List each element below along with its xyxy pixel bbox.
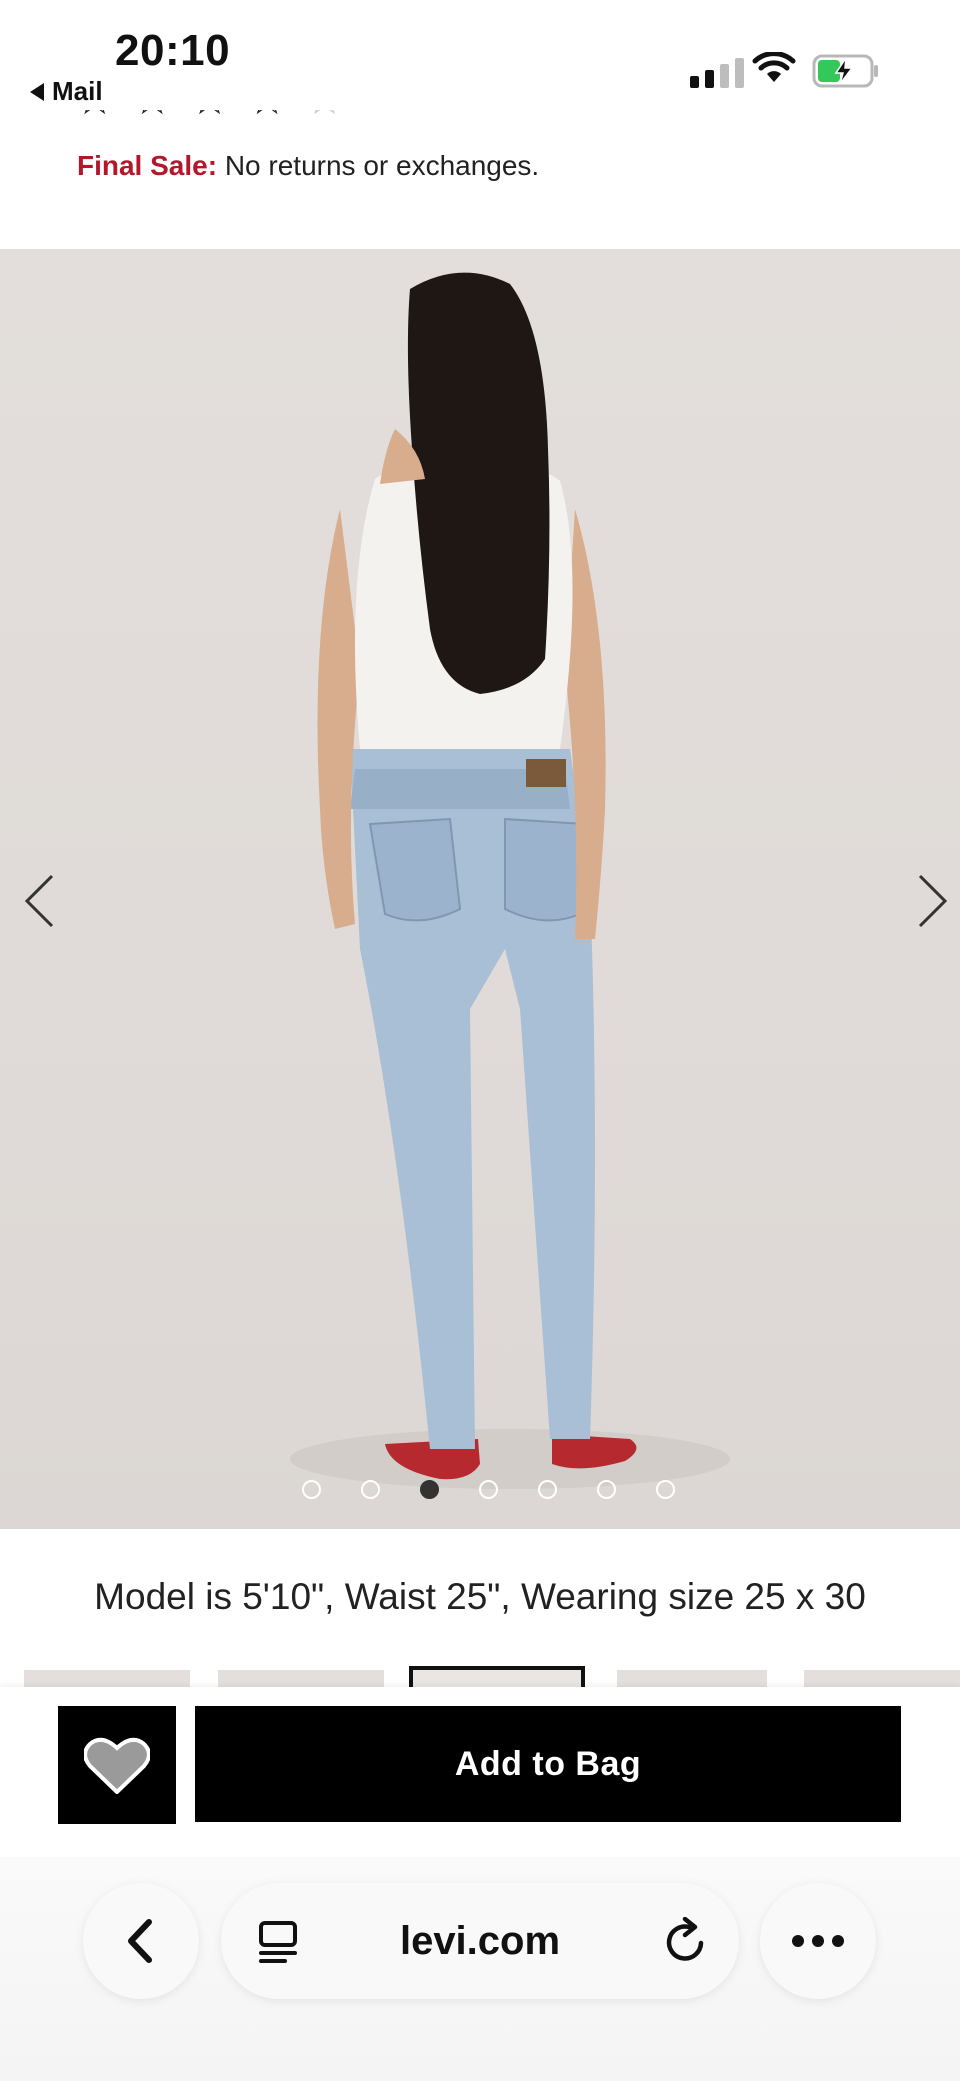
- wishlist-button[interactable]: [58, 1706, 176, 1824]
- back-mail-label: Mail: [52, 76, 103, 106]
- more-icon: [792, 1935, 844, 1947]
- final-sale-label: Final Sale:: [77, 150, 218, 181]
- product-photo: [290, 272, 730, 1489]
- gallery-dot[interactable]: [478, 1480, 498, 1499]
- browser-toolbar: levi.com: [0, 1857, 960, 2081]
- previous-image-button[interactable]: [12, 861, 72, 941]
- product-image-gallery[interactable]: [0, 249, 960, 1529]
- browser-back-button[interactable]: [83, 1883, 199, 1999]
- address-bar[interactable]: levi.com: [221, 1883, 739, 1999]
- final-sale-text: No returns or exchanges.: [224, 150, 540, 181]
- final-sale-notice: Final Sale: No returns or exchanges.: [77, 150, 539, 182]
- gallery-dot[interactable]: [301, 1480, 321, 1499]
- chevron-left-icon: [24, 874, 54, 928]
- gallery-pagination: [0, 1480, 960, 1499]
- signal-icon: [690, 58, 744, 88]
- gallery-dot[interactable]: [537, 1480, 557, 1499]
- back-arrow-icon: [30, 82, 44, 101]
- heart-icon: [84, 1737, 150, 1794]
- gallery-dot[interactable]: [655, 1480, 675, 1499]
- gallery-dot[interactable]: [596, 1480, 616, 1499]
- chevron-right-icon: [918, 874, 948, 928]
- next-image-button[interactable]: [900, 861, 960, 941]
- status-bar: 20:10 Mail: [0, 0, 960, 110]
- add-to-bag-button[interactable]: Add to Bag: [195, 1706, 901, 1822]
- back-to-mail-button[interactable]: Mail: [30, 76, 103, 107]
- status-time: 20:10: [115, 26, 231, 75]
- add-to-bag-bar: Add to Bag: [0, 1687, 960, 1857]
- reload-icon[interactable]: [663, 1917, 709, 1965]
- url-text: levi.com: [399, 1918, 561, 1963]
- model-size-info: Model is 5'10", Waist 25", Wearing size …: [94, 1576, 866, 1617]
- battery-charging-icon: [812, 54, 878, 88]
- back-icon: [128, 1919, 152, 1963]
- gallery-dot-active[interactable]: [419, 1480, 439, 1499]
- gallery-dot[interactable]: [360, 1480, 380, 1499]
- wifi-icon: [752, 52, 796, 82]
- browser-more-button[interactable]: [760, 1883, 876, 1999]
